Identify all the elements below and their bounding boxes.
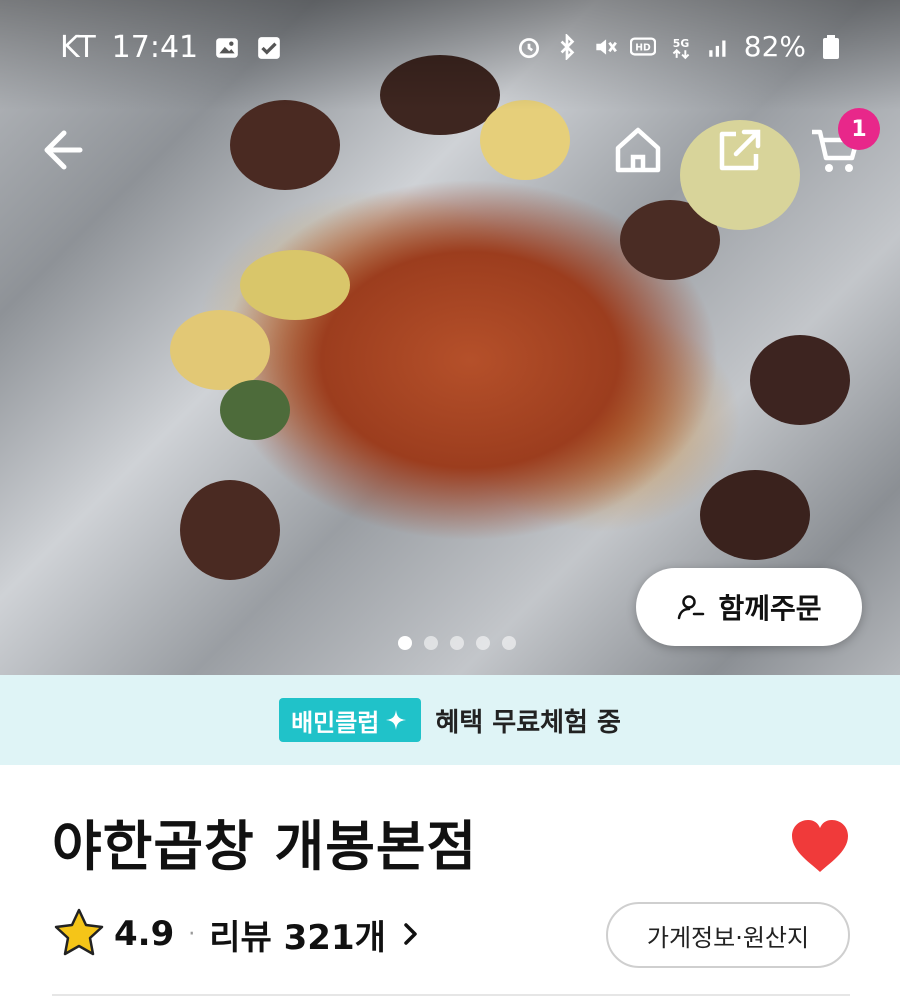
status-bar: KT 17:41 HD 5G 82% xyxy=(0,0,900,100)
rating-value: 4.9 xyxy=(114,914,175,954)
baemin-club-logo: 배민클럽 xyxy=(279,698,422,742)
sparkle-icon xyxy=(386,710,407,730)
person-icon xyxy=(678,595,705,620)
star-icon xyxy=(54,908,104,956)
carousel-dot[interactable] xyxy=(502,636,516,650)
hd-icon: HD xyxy=(629,36,656,56)
5g-icon: 5G xyxy=(672,37,690,59)
separator-dot: · xyxy=(188,921,196,947)
check-icon xyxy=(258,36,280,59)
favorite-heart-icon[interactable] xyxy=(790,818,850,874)
carousel-dot[interactable] xyxy=(476,636,490,650)
carousel-indicator xyxy=(398,636,516,650)
review-count[interactable]: 리뷰 321개 xyxy=(209,910,386,959)
group-order-button[interactable]: 함께주문 xyxy=(636,568,862,646)
carrier-label: KT xyxy=(60,30,96,65)
share-icon[interactable] xyxy=(710,120,770,180)
store-name: 야한곱창 개봉본점 xyxy=(52,815,478,878)
carousel-dot[interactable] xyxy=(424,636,438,650)
battery-percent: 82% xyxy=(743,30,806,63)
carousel-dot[interactable] xyxy=(398,636,412,650)
group-order-label: 함께주문 xyxy=(718,592,822,625)
cart-badge: 1 xyxy=(838,108,880,150)
rating-row[interactable]: 4.9 · 리뷰 321개 xyxy=(52,904,422,964)
signal-icon xyxy=(709,40,726,57)
bluetooth-icon xyxy=(560,33,575,60)
clock: 17:41 xyxy=(111,30,199,65)
svg-text:HD: HD xyxy=(635,42,651,53)
chevron-right-icon xyxy=(404,923,417,945)
store-info-button[interactable]: 가게정보·원산지 xyxy=(606,902,850,968)
carousel-dot[interactable] xyxy=(450,636,464,650)
battery-icon xyxy=(823,34,839,59)
alarm-icon xyxy=(518,37,539,58)
section-divider xyxy=(52,994,850,996)
club-banner-text: 혜택 무료체험 중 xyxy=(435,707,621,738)
club-logo-text: 배민클럽 xyxy=(291,708,380,737)
svg-text:5G: 5G xyxy=(673,37,690,50)
mute-icon xyxy=(596,38,617,55)
back-arrow-icon[interactable] xyxy=(36,120,96,180)
gallery-icon xyxy=(216,37,238,58)
baemin-club-banner[interactable]: 배민클럽 혜택 무료체험 중 xyxy=(0,675,900,765)
home-icon[interactable] xyxy=(608,120,668,180)
